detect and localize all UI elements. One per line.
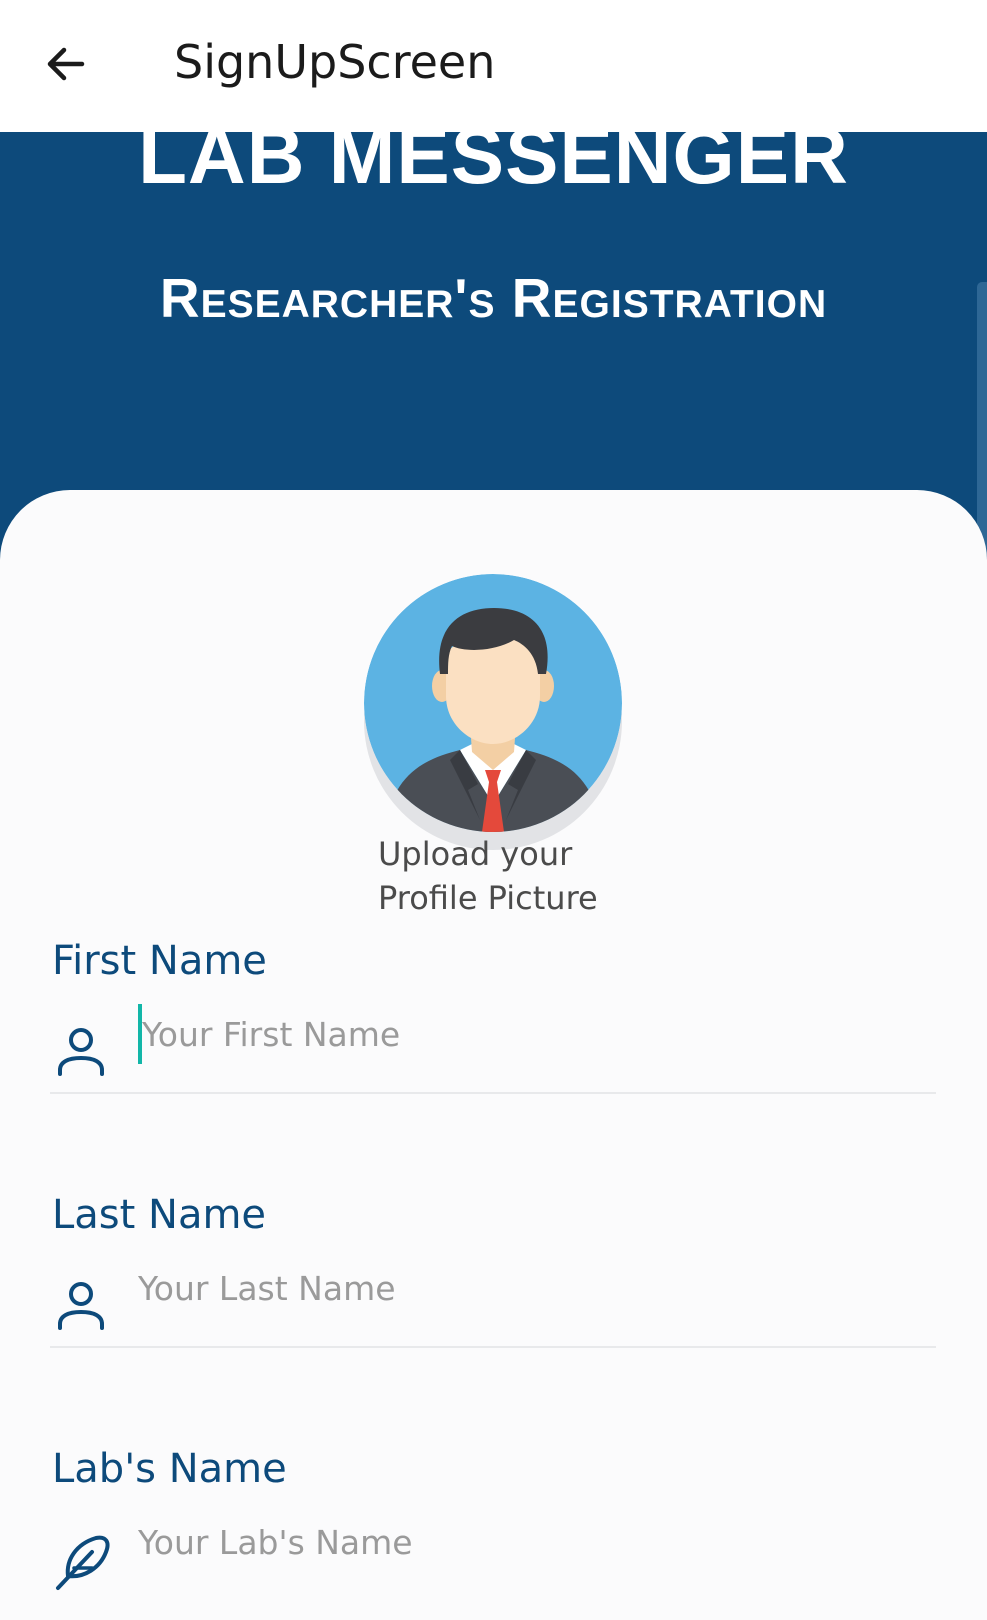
registration-heading: Researcher's Registration [159, 267, 828, 329]
app-bar: SignUpScreen [0, 0, 987, 132]
profile-picture-upload[interactable] [364, 574, 624, 850]
person-icon [58, 1282, 104, 1330]
last-name-underline [50, 1346, 936, 1348]
app-name-heading: LAB MESSENGER [138, 132, 849, 200]
first-name-input[interactable] [138, 1004, 938, 1064]
first-name-underline [50, 1092, 936, 1094]
back-button[interactable] [30, 28, 102, 100]
upload-profile-picture-label[interactable]: Upload your Profile Picture [378, 832, 658, 920]
feather-icon [56, 1535, 110, 1590]
businessman-avatar-icon [364, 574, 622, 832]
last-name-input[interactable] [138, 1258, 938, 1318]
person-icon [58, 1028, 104, 1076]
first-name-label: First Name [52, 938, 267, 984]
screen-title: SignUpScreen [174, 35, 496, 89]
arrow-left-icon [47, 47, 85, 81]
last-name-label: Last Name [52, 1192, 267, 1238]
lab-name-label: Lab's Name [52, 1446, 287, 1492]
lab-name-input[interactable] [138, 1512, 938, 1572]
